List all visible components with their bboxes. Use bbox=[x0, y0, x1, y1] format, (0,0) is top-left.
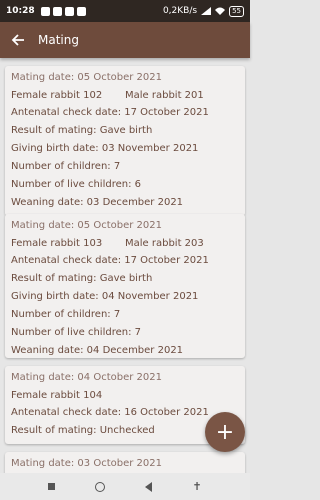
number-of-children: Number of children: 7 bbox=[11, 161, 121, 172]
add-mating-button[interactable]: + bbox=[205, 412, 245, 452]
mating-result: Result of mating: Unchecked bbox=[11, 425, 155, 436]
notification-icon bbox=[52, 6, 62, 16]
weaning-date: Weaning date: 04 December 2021 bbox=[11, 345, 184, 356]
mating-card[interactable]: Mating date: 05 October 2021 Female rabb… bbox=[5, 66, 245, 216]
signal-icon bbox=[201, 7, 212, 15]
antenatal-check-date: Antenatal check date: 16 October 2021 bbox=[11, 407, 209, 418]
female-rabbit: Female rabbit 103 bbox=[11, 238, 103, 249]
mating-date: Mating date: 04 October 2021 bbox=[11, 372, 162, 383]
number-of-live-children: Number of live children: 7 bbox=[11, 327, 142, 338]
battery-icon: 55 bbox=[229, 5, 244, 17]
number-of-live-children: Number of live children: 6 bbox=[11, 179, 142, 190]
antenatal-check-date: Antenatal check date: 17 October 2021 bbox=[11, 255, 209, 266]
status-right: 0,2KB/s 55 bbox=[162, 5, 244, 17]
arrow-left-icon bbox=[11, 34, 24, 46]
back-button[interactable] bbox=[10, 32, 26, 48]
notification-icons bbox=[40, 6, 86, 16]
app-bar: Mating bbox=[0, 22, 250, 58]
notification-icon bbox=[64, 6, 74, 16]
giving-birth-date: Giving birth date: 04 November 2021 bbox=[11, 291, 199, 302]
male-rabbit: Male rabbit 203 bbox=[125, 238, 204, 249]
home-icon[interactable] bbox=[95, 481, 106, 492]
number-of-children: Number of children: 7 bbox=[11, 309, 121, 320]
mating-date: Mating date: 03 October 2021 bbox=[11, 458, 162, 469]
wifi-icon bbox=[215, 7, 226, 15]
mating-date: Mating date: 05 October 2021 bbox=[11, 220, 162, 231]
system-nav-bar: ✝ bbox=[0, 473, 250, 500]
antenatal-check-date: Antenatal check date: 17 October 2021 bbox=[11, 107, 209, 118]
male-rabbit: Male rabbit 201 bbox=[125, 90, 204, 101]
giving-birth-date: Giving birth date: 03 November 2021 bbox=[11, 143, 199, 154]
accessibility-icon[interactable]: ✝ bbox=[192, 480, 201, 493]
mating-card[interactable]: Mating date: 03 October 2021 bbox=[5, 452, 245, 473]
status-bar: 10:28 0,2KB/s 55 bbox=[0, 0, 250, 22]
mating-card[interactable]: Mating date: 05 October 2021 Female rabb… bbox=[5, 214, 245, 358]
notification-icon bbox=[40, 6, 50, 16]
female-rabbit: Female rabbit 102 bbox=[11, 90, 103, 101]
notification-icon bbox=[76, 6, 86, 16]
mating-list[interactable]: Mating date: 05 October 2021 Female rabb… bbox=[0, 58, 250, 473]
mating-date: Mating date: 05 October 2021 bbox=[11, 72, 162, 83]
plus-icon: + bbox=[215, 419, 235, 445]
weaning-date: Weaning date: 03 December 2021 bbox=[11, 197, 184, 208]
mating-result: Result of mating: Gave birth bbox=[11, 273, 153, 284]
female-rabbit: Female rabbit 104 bbox=[11, 390, 103, 401]
status-time: 10:28 bbox=[6, 6, 35, 16]
back-triangle-icon[interactable] bbox=[145, 481, 153, 492]
mating-result: Result of mating: Gave birth bbox=[11, 125, 153, 136]
network-speed: 0,2KB/s bbox=[162, 6, 198, 16]
recents-icon[interactable] bbox=[48, 483, 56, 490]
page-title: Mating bbox=[38, 33, 79, 47]
